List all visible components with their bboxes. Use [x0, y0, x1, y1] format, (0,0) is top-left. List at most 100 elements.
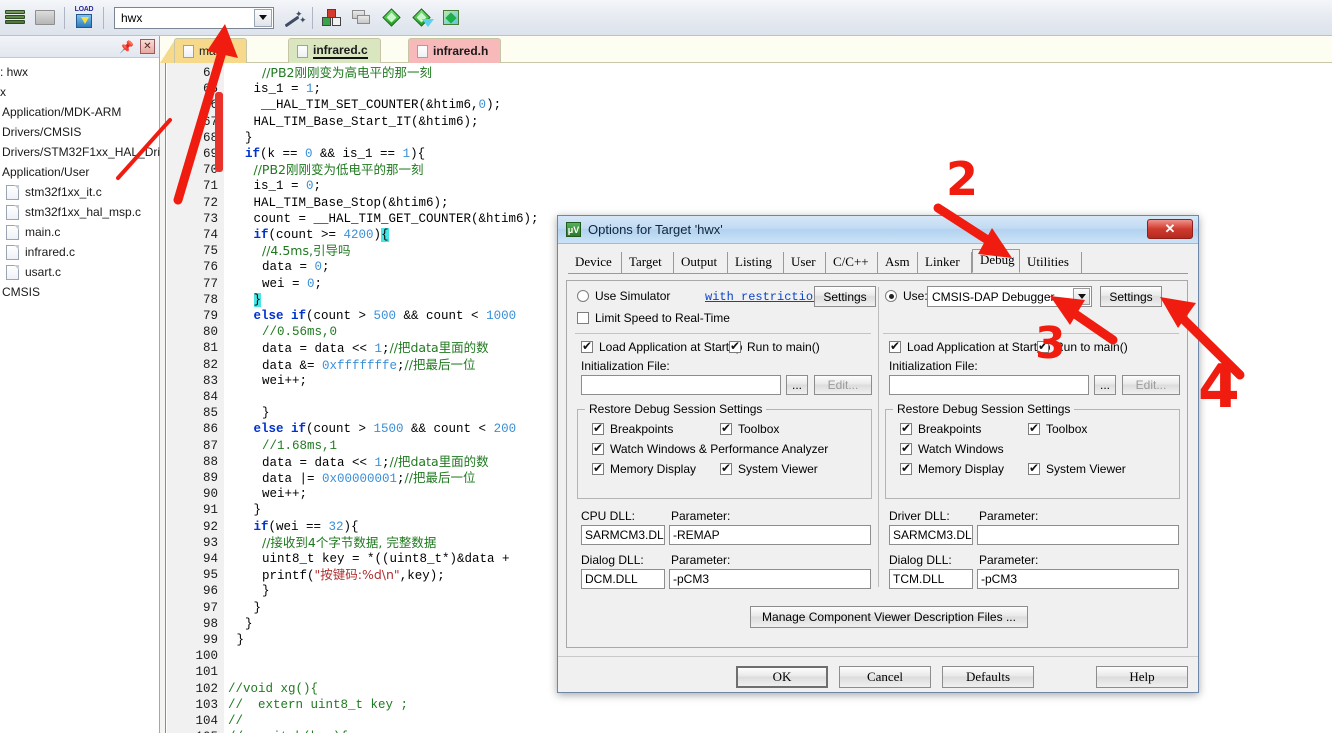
use-debugger-radio[interactable]: [885, 290, 897, 302]
code-line[interactable]: //void xg(){: [228, 681, 318, 697]
simulator-settings-button[interactable]: Settings: [814, 286, 876, 307]
debugger-settings-button[interactable]: Settings: [1100, 286, 1162, 307]
code-line[interactable]: }: [237, 632, 245, 648]
code-line[interactable]: if(wei == 32){: [254, 519, 359, 535]
tree-item[interactable]: : hwx: [0, 62, 159, 82]
code-line[interactable]: wei++;: [262, 373, 307, 389]
dialog-dll-input-left[interactable]: DCM.DLL: [581, 569, 665, 589]
code-line[interactable]: }: [253, 292, 262, 308]
options-tab-user[interactable]: User: [784, 252, 826, 273]
tree-item[interactable]: usart.c: [0, 262, 159, 282]
options-tab-device[interactable]: Device: [568, 252, 622, 273]
tab-infrared-c[interactable]: infrared.c: [288, 38, 381, 63]
code-line[interactable]: //PB2刚刚变为低电平的那一刻: [254, 162, 424, 178]
code-line[interactable]: }: [254, 600, 262, 616]
dialog-dll-param-input-right[interactable]: -pCM3: [977, 569, 1179, 589]
tree-item[interactable]: Application/User: [0, 162, 159, 182]
tree-item[interactable]: Application/MDK-ARM: [0, 102, 159, 122]
code-line[interactable]: //1.68ms,1: [262, 438, 337, 454]
code-line[interactable]: if(count >= 4200){: [254, 227, 389, 243]
manage-components-icon[interactable]: [319, 5, 345, 31]
dialog-dll-param-input-left[interactable]: -pCM3: [669, 569, 871, 589]
code-line[interactable]: else if(count > 500 && count < 1000: [254, 308, 517, 324]
with-restrictions-link[interactable]: with restrictions: [705, 290, 827, 304]
options-tab-linker[interactable]: Linker: [918, 252, 972, 273]
code-line[interactable]: wei++;: [262, 486, 307, 502]
tree-item[interactable]: Drivers/CMSIS: [0, 122, 159, 142]
chevron-down-icon[interactable]: [254, 8, 272, 27]
breakpoints-checkbox-left[interactable]: [592, 421, 604, 435]
code-line[interactable]: count = __HAL_TIM_GET_COUNTER(&htim6);: [254, 211, 539, 227]
run-to-main-checkbox-right[interactable]: [1037, 339, 1049, 353]
memory-display-checkbox-left[interactable]: [592, 461, 604, 475]
toolbox-checkbox-left[interactable]: [720, 421, 732, 435]
magic-wand-icon[interactable]: ✦ ✦: [280, 5, 307, 31]
driver-dll-input[interactable]: SARMCM3.DLL: [889, 525, 973, 545]
close-icon[interactable]: ✕: [1147, 219, 1193, 239]
tab-main-c[interactable]: main.c: [174, 38, 248, 63]
cancel-button[interactable]: Cancel: [839, 666, 931, 688]
init-file-browse-button-left[interactable]: ...: [786, 375, 808, 395]
tree-item[interactable]: x: [0, 82, 159, 102]
code-line[interactable]: // switch(key){: [228, 729, 348, 733]
options-tab-utilities[interactable]: Utilities: [1020, 252, 1082, 273]
defaults-button[interactable]: Defaults: [942, 666, 1034, 688]
code-line[interactable]: }: [245, 616, 253, 632]
code-line[interactable]: }: [254, 502, 262, 518]
code-line[interactable]: is_1 = 1;: [254, 81, 322, 97]
code-line[interactable]: HAL_TIM_Base_Start_IT(&htim6);: [254, 114, 479, 130]
cpu-dll-param-input[interactable]: -REMAP: [669, 525, 871, 545]
system-viewer-checkbox-right[interactable]: [1028, 461, 1040, 475]
code-line[interactable]: data |= 0x00000001;//把最后一位: [262, 470, 475, 486]
code-line[interactable]: HAL_TIM_Base_Stop(&htim6);: [254, 195, 449, 211]
manage-component-viewer-button[interactable]: Manage Component Viewer Description File…: [750, 606, 1028, 628]
init-file-edit-button-left[interactable]: Edit...: [814, 375, 872, 395]
use-simulator-radio[interactable]: [577, 290, 589, 302]
code-line[interactable]: //PB2刚刚变为高电平的那一刻: [262, 65, 432, 81]
code-line[interactable]: printf("按键码:%d\n",key);: [262, 567, 445, 583]
limit-speed-checkbox[interactable]: [577, 312, 589, 324]
code-line[interactable]: __HAL_TIM_SET_COUNTER(&htim6,0);: [254, 97, 501, 113]
code-line[interactable]: is_1 = 0;: [254, 178, 322, 194]
options-tab-listing[interactable]: Listing: [728, 252, 784, 273]
code-line[interactable]: //: [228, 713, 243, 729]
code-line[interactable]: data = data << 1;//把data里面的数: [262, 340, 489, 356]
load-download-icon[interactable]: LOAD: [71, 5, 97, 31]
code-line[interactable]: data &= 0xfffffffe;//把最后一位: [262, 357, 475, 373]
books-icon[interactable]: [2, 5, 28, 31]
init-file-edit-button-right[interactable]: Edit...: [1122, 375, 1180, 395]
system-viewer-checkbox-left[interactable]: [720, 461, 732, 475]
breakpoints-checkbox-right[interactable]: [900, 421, 912, 435]
code-line[interactable]: if(k == 0 && is_1 == 1){: [245, 146, 425, 162]
tree-item[interactable]: infrared.c: [0, 242, 159, 262]
build-target-icon[interactable]: [409, 5, 435, 31]
code-line[interactable]: else if(count > 1500 && count < 200: [254, 421, 517, 437]
windows-icon[interactable]: [349, 5, 375, 31]
tree-item[interactable]: main.c: [0, 222, 159, 242]
code-line[interactable]: //4.5ms,引导吗: [262, 243, 350, 259]
watch-windows-checkbox-right[interactable]: [900, 441, 912, 455]
toolbox-checkbox-right[interactable]: [1028, 421, 1040, 435]
driver-dll-param-input[interactable]: [977, 525, 1179, 545]
code-line[interactable]: //接收到4个字节数据, 完整数据: [262, 535, 436, 551]
target-options-icon[interactable]: [379, 5, 405, 31]
code-line[interactable]: }: [245, 130, 253, 146]
close-icon[interactable]: ✕: [140, 39, 155, 54]
pin-icon[interactable]: 📌: [119, 40, 134, 54]
print-gray-icon[interactable]: [32, 5, 58, 31]
cpu-dll-input[interactable]: SARMCM3.DLL: [581, 525, 665, 545]
options-tab-target[interactable]: Target: [622, 252, 674, 273]
options-tab-c-c-[interactable]: C/C++: [826, 252, 878, 273]
batch-build-icon[interactable]: [439, 5, 465, 31]
help-button[interactable]: Help: [1096, 666, 1188, 688]
target-select[interactable]: hwx: [114, 6, 274, 29]
code-line[interactable]: }: [262, 405, 270, 421]
watch-windows-checkbox-left[interactable]: [592, 441, 604, 455]
code-line[interactable]: wei = 0;: [262, 276, 322, 292]
load-app-at-startup-checkbox-right[interactable]: [889, 339, 901, 353]
load-app-at-startup-checkbox-left[interactable]: [581, 339, 593, 353]
code-line[interactable]: //0.56ms,0: [262, 324, 337, 340]
chevron-down-icon[interactable]: [1073, 288, 1090, 305]
options-tab-output[interactable]: Output: [674, 252, 728, 273]
run-to-main-checkbox-left[interactable]: [729, 339, 741, 353]
